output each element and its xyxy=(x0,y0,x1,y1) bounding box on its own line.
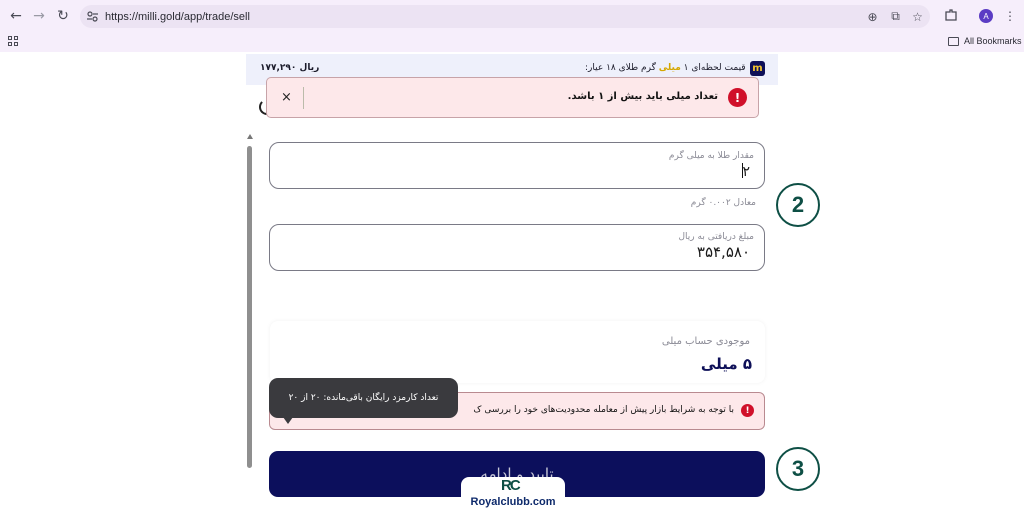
gram-equivalent: معادل ۰.۰۰۲ گرم xyxy=(690,198,756,208)
price-caption: قیمت لحظه‌ای ۱ میلی گرم طلای ۱۸ عیار: xyxy=(585,63,750,73)
all-bookmarks-link[interactable]: All Bookmarks xyxy=(964,36,1022,46)
gold-amount-label: مقدار طلا به میلی گرم xyxy=(668,151,754,161)
back-arrow-icon[interactable]: ← xyxy=(7,7,25,25)
site-settings-icon[interactable] xyxy=(86,10,99,23)
balance-value: ۵ میلی xyxy=(700,355,752,373)
address-bar[interactable]: https://milli.gold/app/trade/sell ⊕ ⧉ ☆ xyxy=(80,5,930,28)
gold-amount-field[interactable]: مقدار طلا به میلی گرم ۲ xyxy=(269,142,765,189)
balance-label: موجودی حساب میلی xyxy=(661,336,750,347)
step-3-badge: 3 xyxy=(776,447,820,491)
gold-price: ۱۷۷,۲۹۰ ریال xyxy=(260,63,320,73)
rial-amount-value[interactable]: ۳۵۴,۵۸۰ xyxy=(697,243,750,261)
apps-grid-icon[interactable] xyxy=(8,36,18,46)
profile-avatar[interactable]: A xyxy=(979,9,993,23)
scroll-up-arrow-icon[interactable] xyxy=(247,134,253,139)
step-2-badge: 2 xyxy=(776,183,820,227)
folder-icon xyxy=(948,37,959,46)
bookmark-star-icon[interactable]: ☆ xyxy=(910,9,925,24)
url-text[interactable]: https://milli.gold/app/trade/sell xyxy=(105,11,250,23)
price-prefix: قیمت لحظه‌ای ۱ xyxy=(683,63,746,73)
install-app-icon[interactable]: ⧉ xyxy=(888,9,903,24)
watermark-text: Royalclubb.com xyxy=(470,496,556,508)
extensions-icon[interactable] xyxy=(944,8,958,22)
zoom-icon[interactable]: ⊕ xyxy=(865,9,880,24)
toast-close-icon[interactable]: × xyxy=(281,90,292,105)
toast-divider xyxy=(303,87,304,109)
tooltip-tail xyxy=(283,417,293,424)
rial-amount-field[interactable]: مبلغ دریافتی به ریال ۳۵۴,۵۸۰ xyxy=(269,224,765,271)
text-cursor xyxy=(742,163,743,178)
gold-amount-value[interactable]: ۲ xyxy=(742,164,750,180)
milli-logo: m xyxy=(750,61,765,76)
watermark-logo: RC xyxy=(501,477,521,494)
warning-icon: ! xyxy=(741,404,754,417)
price-suffix: گرم طلای ۱۸ عیار: xyxy=(585,63,656,73)
balance-card xyxy=(270,321,765,383)
rial-amount-label: مبلغ دریافتی به ریال xyxy=(678,232,754,242)
browser-menu-icon[interactable]: ⋮ xyxy=(1004,9,1016,23)
price-unit-highlight: میلی xyxy=(658,63,681,73)
scrollbar-thumb[interactable] xyxy=(247,146,252,468)
forward-arrow-icon[interactable]: → xyxy=(30,7,48,25)
warning-message: با توجه به شرایط بازار پیش از معامله محد… xyxy=(473,405,734,415)
free-fee-tooltip: تعداد کارمزد رایگان باقی‌مانده: ۲۰ از ۲۰ xyxy=(269,378,458,418)
error-icon: ! xyxy=(728,88,747,107)
reload-icon[interactable]: ↻ xyxy=(54,7,72,25)
bookmarks-bar xyxy=(0,32,1024,52)
toast-message: تعداد میلی باید بیش از ۱ باشد. xyxy=(567,91,718,102)
error-toast: × تعداد میلی باید بیش از ۱ باشد. ! xyxy=(266,77,759,118)
